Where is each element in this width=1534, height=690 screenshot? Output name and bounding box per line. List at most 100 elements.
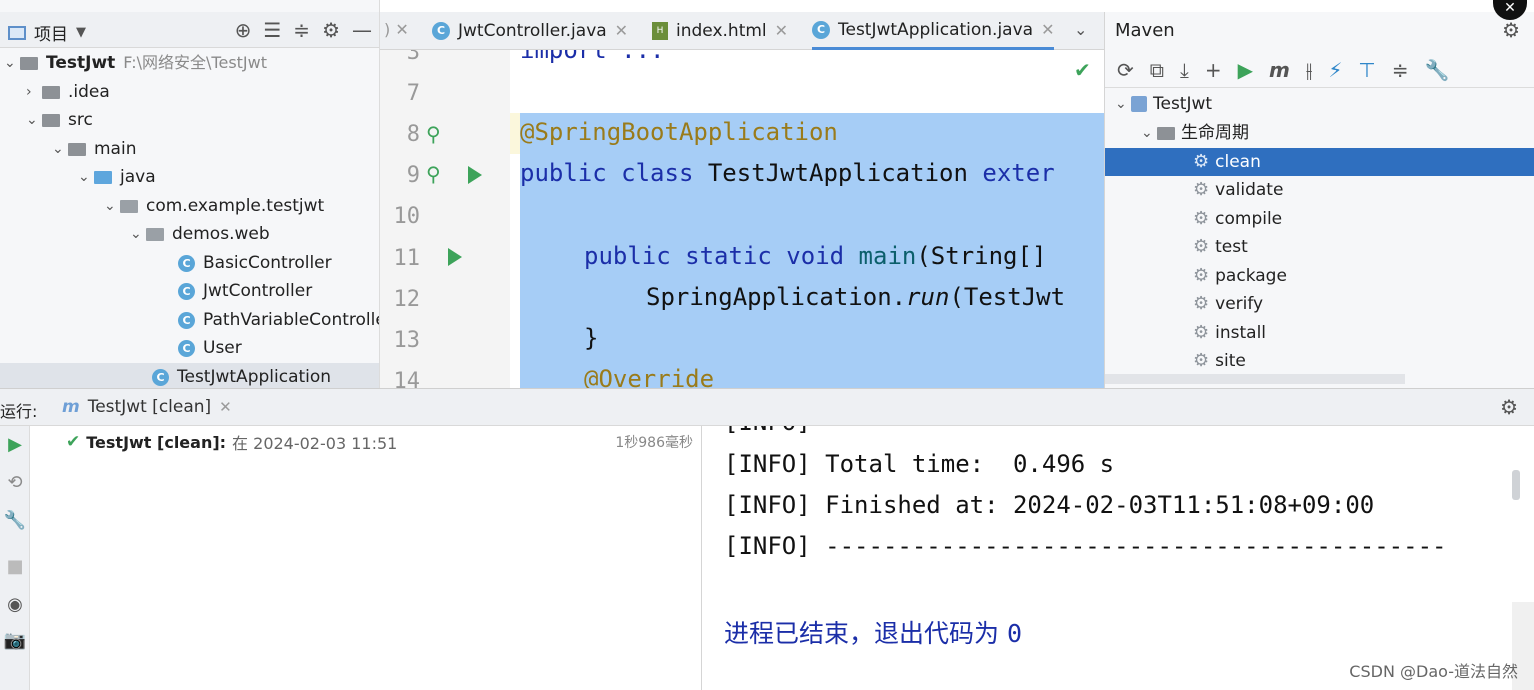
tree-item-idea[interactable]: › .idea [26, 78, 110, 106]
maven-goal-icon[interactable]: m [1269, 58, 1290, 82]
check-icon: ✔ [1074, 58, 1091, 82]
run-label: 运行: [0, 402, 38, 421]
run-icon[interactable]: ▶ [1238, 58, 1253, 82]
tab-jwtcontroller[interactable]: C JwtController.java ✕ [432, 12, 628, 50]
tree-item-label: TestJwt [46, 53, 116, 73]
import-statement[interactable]: import ... [520, 50, 665, 64]
run-item-time: 在 2024-02-03 11:51 [232, 434, 398, 453]
run-tree-item[interactable]: ✔ TestJwt [clean]: 在 2024-02-03 11:51 [66, 430, 397, 454]
code-line-main: public static void main(String[] [584, 242, 1046, 270]
spring-class-icon: C [152, 368, 169, 386]
gear-icon[interactable]: ⚙ [322, 18, 340, 42]
eye-icon[interactable]: ◉ [0, 594, 30, 615]
line-number: 12 [393, 287, 421, 312]
class-icon: C [178, 311, 195, 329]
method-args: (String[] [916, 242, 1047, 270]
expand-all-icon[interactable]: ☰ [263, 18, 281, 42]
maven-project-testjwt[interactable]: ⌄ TestJwt [1115, 90, 1212, 118]
gear-icon[interactable]: ⚙ [1500, 395, 1518, 419]
tree-item-basiccontroller[interactable]: C BasicController [178, 249, 332, 277]
code-editor[interactable]: 3 7 8 9 10 11 12 13 14 ⚲ ⚲ ✔ import ... … [380, 50, 1104, 388]
skip-tests-icon[interactable]: ⫲ [1306, 58, 1312, 82]
chevron-down-icon[interactable]: ⌄ [130, 220, 146, 248]
chevron-down-icon[interactable]: ⌄ [4, 49, 20, 77]
chevron-down-icon[interactable]: ⌄ [52, 135, 68, 163]
chevron-down-icon[interactable]: ⌄ [1115, 90, 1131, 118]
chevron-down-icon[interactable]: ⌄ [1074, 20, 1087, 39]
line-number: 11 [393, 246, 421, 271]
offline-mode-icon[interactable]: ⚡ [1328, 58, 1342, 82]
generate-sources-icon[interactable]: ⧉ [1150, 58, 1164, 82]
tree-item-jwtcontroller[interactable]: C JwtController [178, 277, 312, 305]
tree-item-src[interactable]: ⌄ src [26, 106, 93, 134]
tab-overflow-icon[interactable]: ) ✕ [384, 20, 409, 39]
tree-item-label: User [203, 338, 242, 358]
tab-testjwtapplication[interactable]: C TestJwtApplication.java ✕ [812, 11, 1055, 50]
run-tab[interactable]: m TestJwt [clean] ✕ [62, 397, 232, 417]
check-icon: ✔ [66, 432, 81, 452]
spring-bean-icon[interactable]: ⚲ [426, 122, 441, 146]
tree-item-label: TestJwtApplication [177, 367, 332, 387]
toggle-view-icon[interactable]: ⟲ [0, 472, 30, 493]
wrench-icon[interactable]: 🔧 [1425, 58, 1450, 82]
run-class-icon[interactable] [468, 166, 482, 184]
rerun-icon[interactable]: ▶ [0, 434, 30, 455]
chevron-down-icon[interactable]: ⌄ [26, 106, 42, 134]
project-title: 项目 [34, 25, 68, 45]
vertical-scrollbar[interactable] [1512, 470, 1520, 500]
line-number: 9 [406, 163, 420, 188]
tree-item-package[interactable]: ⌄ com.example.testjwt [104, 192, 324, 220]
tree-item-testjwt[interactable]: ⌄ TestJwt F:\网络安全\TestJwt [4, 49, 267, 77]
maven-goal-install[interactable]: ⚙ install [1193, 319, 1266, 347]
annotation-override: @Override [584, 365, 715, 388]
expand-all-icon[interactable]: ⊤ [1358, 58, 1375, 82]
maven-lifecycle-label: 生命周期 [1181, 123, 1249, 143]
collapse-all-icon[interactable]: ≑ [1392, 58, 1409, 82]
maven-goal-validate[interactable]: ⚙ validate [1193, 176, 1283, 204]
stop-icon[interactable]: ■ [0, 556, 30, 577]
tree-item-demos-web[interactable]: ⌄ demos.web [130, 220, 270, 248]
reload-icon[interactable]: ⟳ [1117, 58, 1134, 82]
camera-icon[interactable]: 📷 [0, 630, 30, 651]
locate-icon[interactable]: ⊕ [235, 18, 252, 42]
exit-text: 进程已结束，退出代码为 [724, 619, 1000, 648]
gear-icon[interactable]: ⚙ [1502, 18, 1520, 42]
maven-panel: Maven ⚙ ⟳ ⧉ ⤓ + ▶ m ⫲ ⚡ ⊤ ≑ 🔧 ⌄ TestJwt … [1104, 12, 1534, 388]
spring-bean-icon[interactable]: ⚲ [426, 162, 441, 186]
tree-item-label: demos.web [172, 224, 270, 244]
horizontal-scrollbar[interactable] [1105, 374, 1405, 384]
run-main-icon[interactable] [448, 248, 462, 266]
maven-goal-site[interactable]: ⚙ site [1193, 347, 1246, 375]
chevron-right-icon[interactable]: › [26, 78, 42, 106]
close-icon[interactable]: ✕ [615, 12, 628, 50]
close-icon[interactable]: ✕ [219, 398, 232, 416]
gear-icon: ⚙ [1193, 293, 1210, 314]
maven-goal-compile[interactable]: ⚙ compile [1193, 205, 1282, 233]
download-icon[interactable]: ⤓ [1180, 58, 1189, 82]
chevron-down-icon[interactable]: ⌄ [78, 163, 94, 191]
tree-item-testjwtapplication[interactable]: C TestJwtApplication [0, 363, 379, 388]
minimize-icon[interactable]: — [352, 18, 372, 42]
close-icon[interactable]: ✕ [775, 12, 788, 50]
maven-goal-package[interactable]: ⚙ package [1193, 262, 1287, 290]
add-icon[interactable]: + [1205, 58, 1222, 82]
tree-item-user[interactable]: C User [178, 334, 242, 362]
wrench-icon[interactable]: 🔧 [0, 510, 30, 531]
tree-item-java[interactable]: ⌄ java [78, 163, 156, 191]
maven-goal-clean[interactable]: ⚙ clean [1105, 148, 1534, 176]
console-output[interactable]: [INFO] [INFO] Total time: 0.496 s [INFO]… [702, 426, 1534, 690]
collapse-all-icon[interactable]: ≑ [293, 18, 310, 42]
tree-item-pathvariablecontroller[interactable]: C PathVariableControlle [178, 306, 379, 334]
tree-item-main[interactable]: ⌄ main [52, 135, 136, 163]
maven-goal-test[interactable]: ⚙ test [1193, 233, 1248, 261]
maven-lifecycle[interactable]: ⌄ 生命周期 [1141, 119, 1249, 147]
project-view-selector[interactable]: 项目 ▼ [8, 20, 86, 45]
project-path: F:\网络安全\TestJwt [123, 53, 268, 72]
method-name: main [858, 242, 917, 270]
spring-class-icon: C [812, 20, 830, 39]
chevron-down-icon[interactable]: ⌄ [104, 192, 120, 220]
tab-index-html[interactable]: H index.html ✕ [652, 12, 788, 50]
chevron-down-icon[interactable]: ⌄ [1141, 119, 1157, 147]
maven-goal-verify[interactable]: ⚙ verify [1193, 290, 1263, 318]
close-icon[interactable]: ✕ [1041, 11, 1054, 49]
